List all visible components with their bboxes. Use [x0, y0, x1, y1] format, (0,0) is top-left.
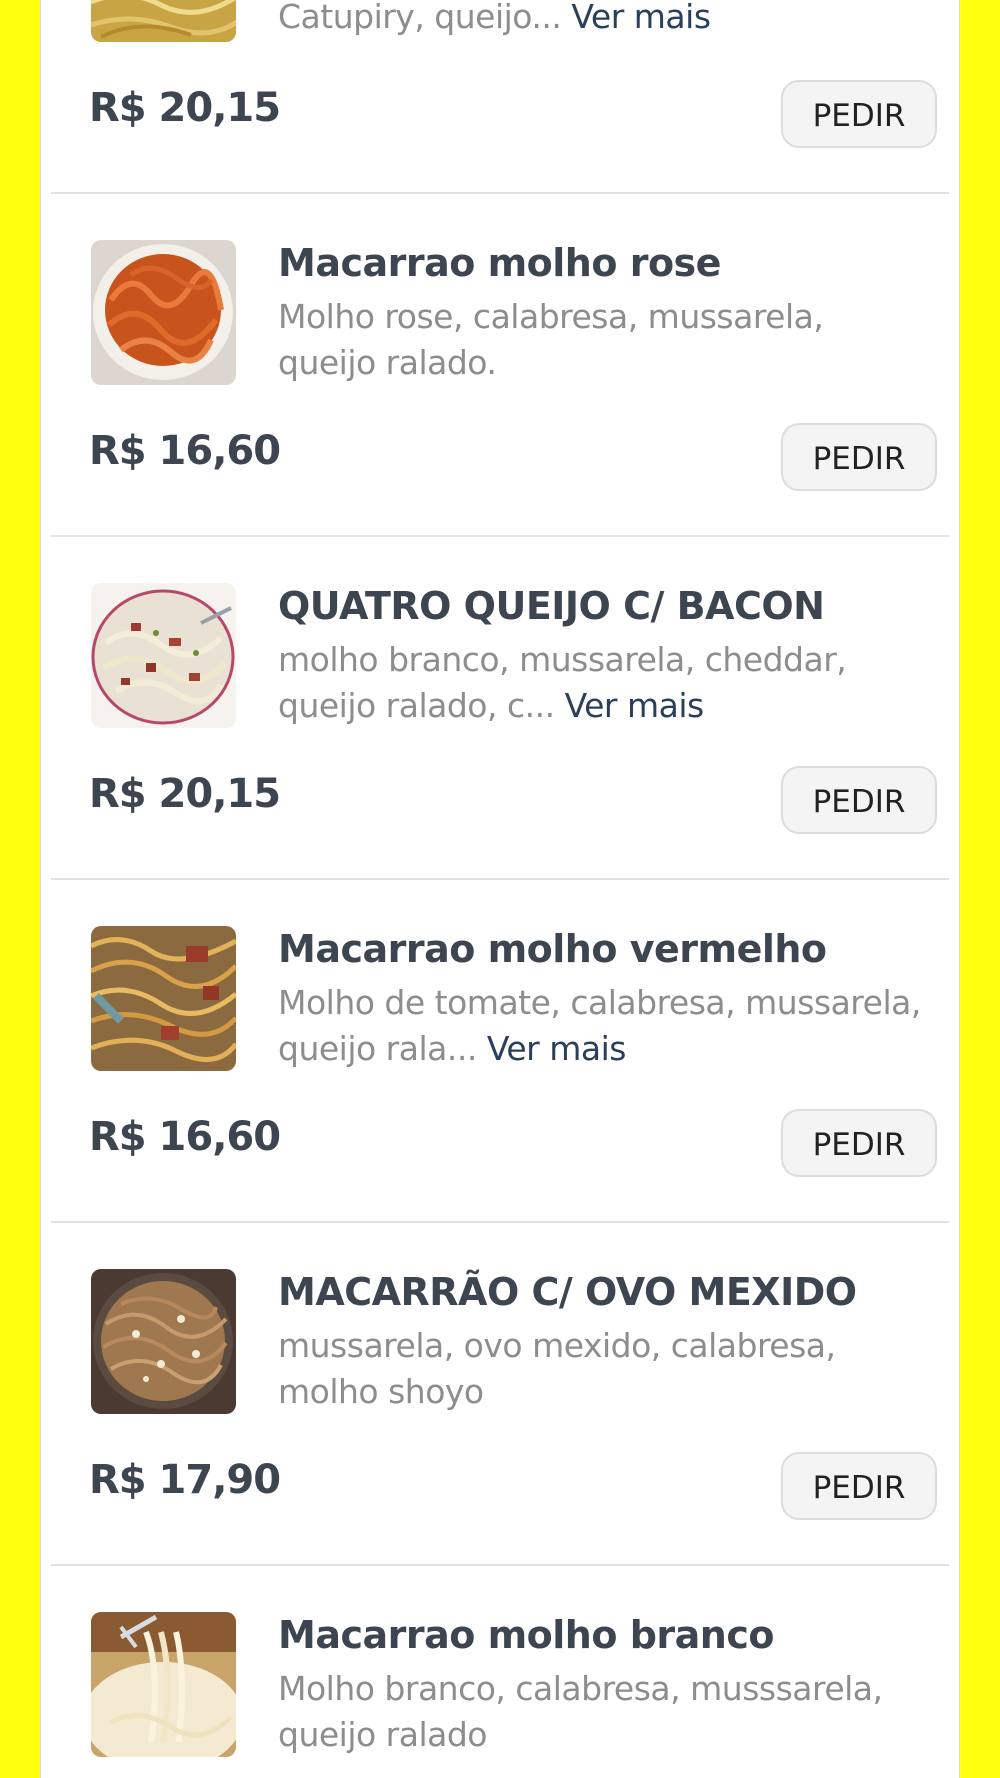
order-button[interactable]: PEDIR	[781, 80, 937, 148]
see-more-link[interactable]: Ver mais	[565, 686, 705, 725]
divider	[51, 535, 949, 537]
divider	[51, 878, 949, 880]
order-button[interactable]: PEDIR	[781, 1452, 937, 1520]
item-description: Molho de tomate, calabresa, mussarela, q…	[278, 983, 921, 1068]
divider	[51, 1221, 949, 1223]
order-button[interactable]: PEDIR	[781, 766, 937, 834]
item-price: R$ 16,60	[89, 1114, 281, 1160]
order-button[interactable]: PEDIR	[781, 423, 937, 491]
pasta-photo	[91, 0, 236, 42]
pasta-photo	[91, 1612, 236, 1757]
item-title: QUATRO QUEIJO C/ BACON	[278, 584, 825, 628]
menu-list-panel: Catupiry, queijo... Ver mais R$ 20,15 PE…	[40, 0, 960, 1778]
item-title: Macarrao molho vermelho	[278, 927, 827, 971]
item-title: Macarrao molho branco	[278, 1613, 774, 1657]
see-more-link[interactable]: Ver mais	[571, 0, 711, 36]
item-description: Molho branco, calabresa, musssarela, que…	[278, 1669, 883, 1754]
item-price: R$ 16,60	[89, 428, 281, 474]
item-description: Catupiry, queijo... Ver mais	[278, 0, 928, 40]
item-price: R$ 20,15	[89, 771, 281, 817]
pasta-photo	[91, 583, 236, 728]
pasta-photo	[91, 240, 236, 385]
item-description: Molho rose, calabresa, mussarela, queijo…	[278, 297, 824, 382]
pasta-photo	[91, 926, 236, 1071]
order-button[interactable]: PEDIR	[781, 1109, 937, 1177]
item-price: R$ 17,90	[89, 1457, 281, 1503]
item-description: mussarela, ovo mexido, calabresa, molho …	[278, 1326, 836, 1411]
item-description: molho branco, mussarela, cheddar, queijo…	[278, 640, 847, 725]
see-more-link[interactable]: Ver mais	[487, 1029, 627, 1068]
pasta-photo	[91, 1269, 236, 1414]
item-title: Macarrao molho rose	[278, 241, 721, 285]
item-title: MACARRÃO C/ OVO MEXIDO	[278, 1270, 857, 1314]
divider	[51, 192, 949, 194]
divider	[51, 1564, 949, 1566]
item-price: R$ 20,15	[89, 85, 281, 131]
